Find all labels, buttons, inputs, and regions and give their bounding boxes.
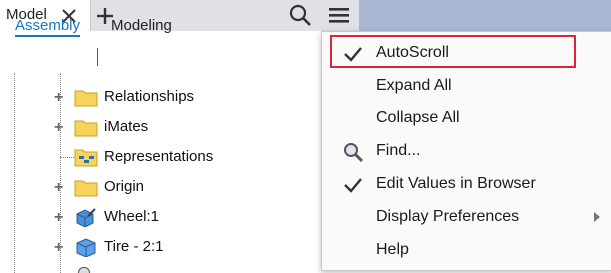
submenu-arrow-icon (594, 212, 600, 222)
expand-plus-icon[interactable]: + (54, 120, 63, 136)
menu-item-label: Find... (376, 142, 421, 159)
part-cube-icon (76, 238, 96, 257)
menu-item-label: Help (376, 241, 409, 258)
tree-node-label: Origin (104, 178, 145, 195)
highlight-box (330, 35, 576, 68)
menu-item-label: Edit Values in Browser (376, 175, 536, 192)
browser-mode-tabs (0, 31, 330, 73)
menu-item-label: Display Preferences (376, 208, 520, 225)
tree-row-representations[interactable]: Representations (54, 143, 324, 173)
tree-connector (60, 157, 74, 158)
menu-item-collapse-all[interactable]: Collapse All (322, 104, 611, 134)
representations-icon (74, 149, 98, 167)
folder-icon (74, 120, 98, 137)
menu-item-edit-values[interactable]: Edit Values in Browser (322, 170, 611, 200)
tab-modeling[interactable]: Modeling (111, 17, 172, 34)
expand-plus-icon[interactable]: + (54, 90, 63, 106)
menu-item-display-preferences[interactable]: Display Preferences (322, 203, 611, 233)
expand-plus-icon[interactable]: + (54, 180, 63, 196)
tree-guide-line (14, 73, 15, 273)
tab-assembly-label: Assembly (15, 17, 81, 34)
expand-plus-icon[interactable]: + (54, 240, 63, 256)
tree-row-imates[interactable]: + iMates (54, 113, 324, 143)
browser-tab-bar: Model (0, 0, 611, 31)
hamburger-menu-icon[interactable] (326, 3, 352, 27)
partial-node-icon (77, 266, 91, 273)
tree-node-label: Tire - 2:1 (104, 238, 164, 255)
magnifier-icon (344, 143, 364, 163)
search-icon[interactable] (287, 3, 313, 27)
tree-row-origin[interactable]: + Origin (54, 173, 324, 203)
header-background (359, 0, 611, 31)
expand-plus-icon[interactable]: + (54, 210, 63, 226)
menu-item-find[interactable]: Find... (322, 137, 611, 167)
model-browser-tree: + Relationships + iMates Representations… (0, 73, 330, 273)
tree-row-tire[interactable]: + Tire - 2:1 (54, 233, 324, 263)
active-tab-underline (15, 35, 81, 37)
tree-node-label: Representations (104, 148, 214, 165)
tab-assembly[interactable]: Assembly (15, 17, 81, 37)
tree-row-relationships[interactable]: + Relationships (54, 83, 324, 113)
tab-separator (97, 48, 98, 66)
folder-icon (74, 180, 98, 197)
menu-item-label: Collapse All (376, 109, 460, 126)
menu-item-expand-all[interactable]: Expand All (322, 72, 611, 102)
tree-row-wheel[interactable]: + Wheel:1 (54, 203, 324, 233)
assembly-part-icon (76, 208, 96, 227)
folder-icon (74, 90, 98, 107)
menu-item-label: Expand All (376, 77, 452, 94)
checkmark-icon (344, 178, 362, 193)
menu-item-help[interactable]: Help (322, 236, 611, 266)
tree-node-label: Relationships (104, 88, 195, 105)
tree-node-label: iMates (104, 118, 149, 135)
tree-node-label: Wheel:1 (104, 208, 160, 225)
